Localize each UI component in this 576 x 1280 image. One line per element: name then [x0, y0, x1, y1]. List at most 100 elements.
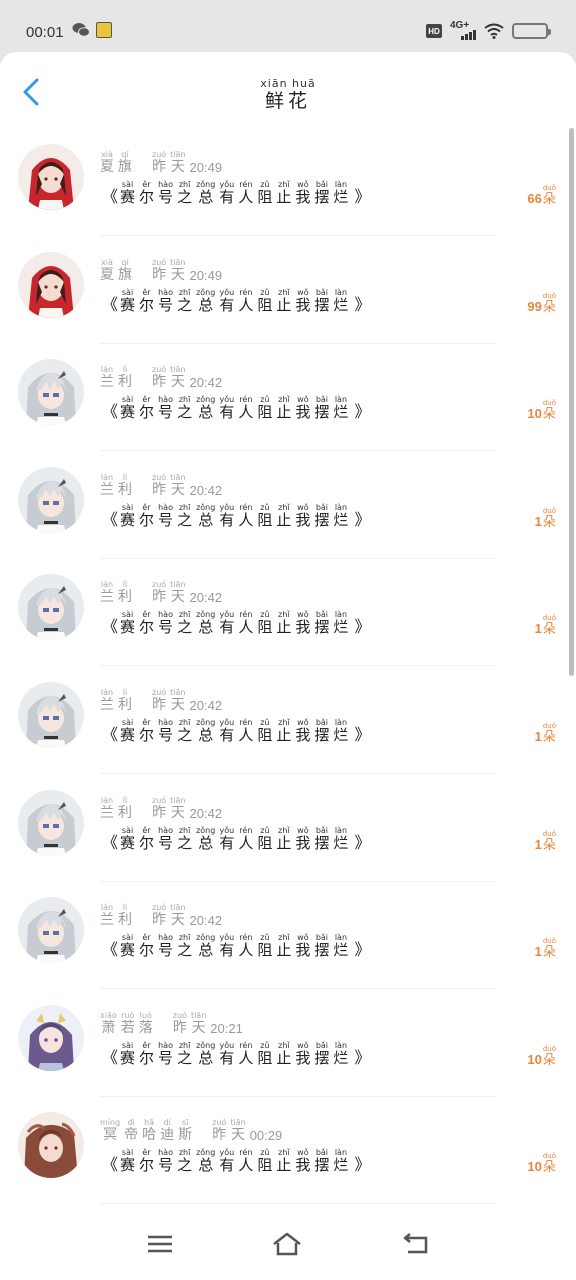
hanzi: 利 [118, 374, 132, 391]
pinyin: lán [100, 472, 114, 482]
hanzi: 烂 [333, 1156, 349, 1175]
hanzi: 之 [177, 618, 193, 637]
hanzi: 之 [177, 510, 193, 529]
title-char: zhī 之 [177, 933, 192, 959]
gift-list-item[interactable]: míng 冥 dì 帝 hā 哈 dí 迪 sī 斯 zuó 昨 tiān 天 00:29 《 sài 赛 ěr 尔 h… [0, 1096, 576, 1204]
hanzi: 摆 [314, 1048, 330, 1067]
title-char: sài 赛 [120, 933, 135, 959]
hanzi: 人 [238, 618, 254, 637]
title-char: làn 烂 [333, 395, 348, 421]
gift-list-item[interactable]: xià 夏 qí 旗 zuó 昨 tiān 天 20:49 《 sài 赛 ěr 尔 hào 号 zhī 之 zǒn… [0, 236, 576, 344]
title-bracket-close: 》 [354, 940, 371, 960]
title-char: hào 号 [158, 718, 173, 744]
gift-list-item[interactable]: xiāo 萧 ruò 若 luò 落 zuó 昨 tiān 天 20:21 《 sài 赛 ěr 尔 hào 号 z… [0, 989, 576, 1097]
avatar[interactable] [18, 1004, 84, 1071]
title-char: zhǐ 止 [276, 395, 291, 421]
hanzi: 朵 [542, 299, 556, 315]
pinyin: tiān [230, 1118, 246, 1128]
title-bracket-open: 《 [102, 1047, 119, 1067]
title-bracket-close: 》 [354, 725, 371, 744]
title-bracket-close: 》 [354, 187, 371, 206]
gift-list-item[interactable]: lán 兰 lì 利 zuó 昨 tiān 天 20:42 《 sài 赛 ěr 尔 hào 号 zhī 之 zǒn… [0, 343, 576, 452]
sender-name-char: hā 哈 [142, 1118, 156, 1144]
title-char: hào 号 [158, 1041, 173, 1067]
pinyin: duǒ [542, 184, 556, 192]
title-char: rén 人 [238, 933, 253, 959]
title-bracket-open: 《 [102, 940, 119, 960]
flower-unit: duǒ 朵 [543, 830, 556, 853]
avatar[interactable] [18, 897, 84, 964]
gift-list-item[interactable]: lán 兰 lì 利 zuó 昨 tiān 天 20:42 《 sài 赛 ěr 尔 hào 号 zhī 之 zǒn… [0, 558, 576, 667]
title-char: hào 号 [158, 503, 173, 529]
avatar[interactable] [18, 789, 84, 856]
title-char: zǒng 总 [196, 1041, 215, 1067]
hanzi: 阻 [257, 941, 273, 960]
gift-list-item[interactable]: lán 兰 lì 利 zuó 昨 tiān 天 20:42 《 sài 赛 ěr 尔 hào 号 zhī 之 zǒn… [0, 666, 576, 774]
flower-count-number: 99 [527, 298, 542, 314]
hanzi: 兰 [100, 697, 114, 713]
item-meta: lán 兰 lì 利 zuó 昨 tiān 天 20:42 [100, 580, 222, 606]
pinyin: lì [122, 688, 128, 697]
hanzi: 号 [158, 618, 174, 637]
flower-count: 1 duǒ 朵 [535, 614, 556, 637]
hanzi: 止 [276, 510, 292, 529]
home-icon[interactable] [271, 1230, 303, 1258]
flower-unit: duǒ 朵 [543, 399, 556, 422]
menu-icon[interactable] [144, 1230, 176, 1258]
title-char: hào 号 [158, 180, 173, 206]
title-bracket-close: 》 [354, 509, 371, 529]
hanzi: 昨 [172, 1019, 187, 1036]
hanzi: 人 [238, 833, 254, 852]
gift-list-item[interactable]: xià 夏 qí 旗 zuó 昨 tiān 天 20:49 《 sài 赛 ěr 尔 hào 号 zhī 之 zǒn… [0, 128, 576, 236]
title-char: làn 烂 [333, 826, 348, 852]
pinyin: zuó [152, 472, 167, 482]
system-back-icon[interactable] [400, 1230, 432, 1258]
hanzi: 昨 [152, 912, 167, 929]
title-char: zhī 之 [177, 1148, 192, 1174]
title-char: zǒng 总 [196, 395, 215, 421]
pinyin: duǒ [542, 937, 556, 946]
title-char: zhī 之 [177, 718, 192, 744]
avatar[interactable] [18, 466, 84, 533]
hanzi: 阻 [257, 833, 273, 852]
hanzi: 总 [198, 510, 214, 529]
hanzi: 总 [198, 1048, 214, 1067]
system-nav-bar [0, 1204, 576, 1280]
avatar[interactable] [18, 682, 84, 748]
page-title-pinyin: xiān huā [260, 77, 316, 90]
flower-count-number: 1 [534, 836, 542, 852]
sender-name-char: ruò 若 [121, 1011, 135, 1037]
hanzi: 号 [158, 403, 174, 422]
hanzi: 烂 [333, 833, 349, 852]
avatar[interactable] [18, 574, 84, 641]
title-char: yǒu 有 [219, 933, 234, 959]
title-char: làn 烂 [333, 180, 348, 206]
pinyin: lì [122, 472, 128, 482]
gift-list-item[interactable]: lán 兰 lì 利 zuó 昨 tiān 天 20:42 《 sài 赛 ěr 尔 hào 号 zhī 之 zǒn… [0, 451, 576, 559]
item-meta: xià 夏 qí 旗 zuó 昨 tiān 天 20:49 [100, 150, 222, 176]
signal-icon: 4G+ [450, 20, 476, 40]
avatar[interactable] [18, 359, 84, 426]
title-char: bǎi 摆 [314, 1148, 329, 1174]
gift-list-item[interactable]: lán 兰 lì 利 zuó 昨 tiān 天 20:42 《 sài 赛 ěr 尔 hào 号 zhī 之 zǒn… [0, 881, 576, 990]
sender-name-char: qí 旗 [118, 258, 132, 284]
item-time: 20:21 [210, 1020, 243, 1036]
title-char: sài 赛 [120, 610, 135, 636]
hanzi: 之 [177, 1048, 193, 1067]
hanzi: 夏 [100, 159, 114, 175]
avatar[interactable] [18, 1112, 84, 1179]
hanzi: 我 [295, 188, 311, 206]
title-char: ěr 尔 [139, 288, 154, 314]
scrollbar[interactable] [569, 128, 574, 676]
hanzi: 赛 [120, 618, 136, 637]
gift-list[interactable]: xià 夏 qí 旗 zuó 昨 tiān 天 20:49 《 sài 赛 ěr 尔 hào 号 zhī 之 zǒn… [0, 128, 576, 1204]
avatar[interactable] [18, 144, 84, 210]
battery-icon [512, 23, 551, 39]
title-char: zǒng 总 [196, 610, 215, 636]
gift-list-item[interactable]: lán 兰 lì 利 zuó 昨 tiān 天 20:42 《 sài 赛 ěr 尔 hào 号 zhī 之 zǒn… [0, 774, 576, 882]
title-char: rén 人 [238, 718, 253, 744]
sender-name-char: lán 兰 [100, 903, 114, 929]
hanzi: 利 [118, 481, 132, 498]
hanzi: 总 [198, 941, 214, 960]
avatar[interactable] [18, 251, 84, 318]
